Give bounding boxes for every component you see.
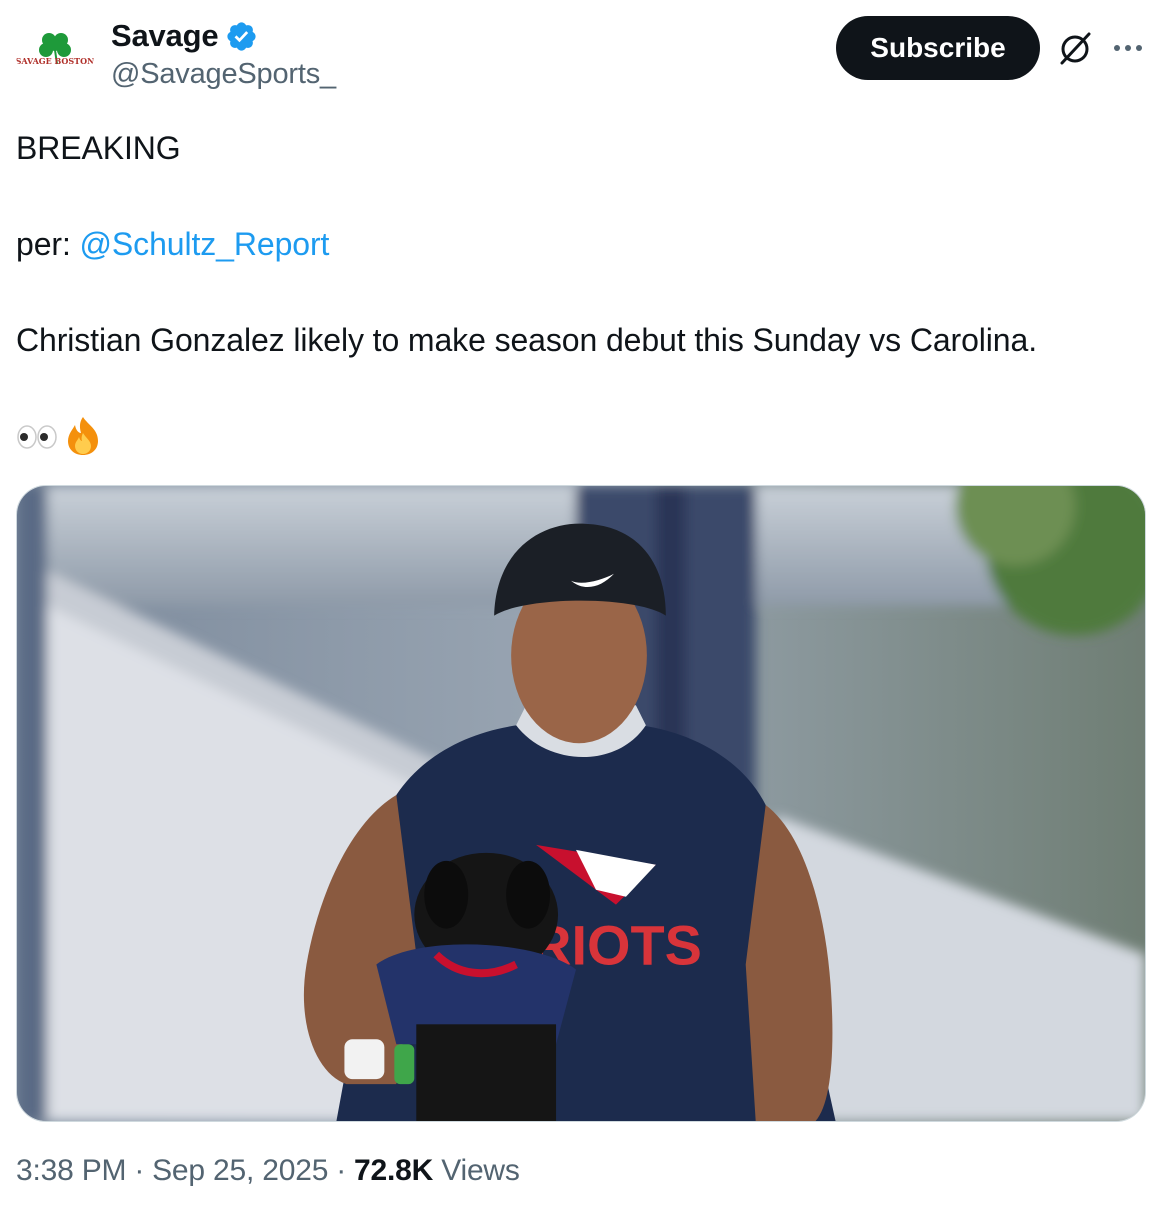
tweet-line-body: Christian Gonzalez likely to make season… (16, 322, 1037, 358)
tweet-line-breaking: BREAKING (16, 130, 181, 166)
mention-link[interactable]: @Schultz_Report (80, 226, 330, 262)
tweet-date[interactable]: Sep 25, 2025 (152, 1154, 328, 1187)
name-row: Savage (111, 16, 258, 56)
handle[interactable]: @SavageSports_ (111, 58, 336, 91)
emoji-row (16, 412, 1156, 460)
tweet: SAVAGE BOSTON Savage @SavageSports_ Subs… (0, 0, 1170, 1212)
avatar[interactable]: SAVAGE BOSTON (16, 14, 94, 92)
tweet-text: BREAKING per: @Schultz_Report Christian … (16, 124, 1156, 460)
more-dot (1136, 45, 1142, 51)
more-dot (1125, 45, 1131, 51)
per-prefix: per: (16, 226, 80, 262)
tweet-meta: 3:38 PM · Sep 25, 2025 · 72.8K Views (16, 1154, 520, 1188)
avatar-text: SAVAGE BOSTON (16, 56, 94, 66)
verified-badge-icon[interactable] (225, 20, 258, 53)
meta-separator: · (134, 1154, 145, 1187)
views-count: 72.8K (354, 1154, 434, 1187)
tweet-time[interactable]: 3:38 PM (16, 1154, 127, 1187)
meta-separator: · (336, 1154, 347, 1187)
tweet-line-per: per: @Schultz_Report (16, 220, 1156, 268)
more-dot (1114, 45, 1120, 51)
eyes-icon (16, 415, 58, 457)
views-label: Views (441, 1154, 520, 1187)
display-name[interactable]: Savage (111, 18, 219, 54)
tweet-photo[interactable]: RIOTS (16, 485, 1146, 1122)
grok-icon[interactable] (1056, 30, 1094, 68)
fire-icon (62, 415, 104, 457)
subscribe-button[interactable]: Subscribe (836, 16, 1040, 80)
shamrock-logo: SAVAGE BOSTON (16, 14, 94, 92)
more-icon[interactable] (1110, 30, 1146, 66)
